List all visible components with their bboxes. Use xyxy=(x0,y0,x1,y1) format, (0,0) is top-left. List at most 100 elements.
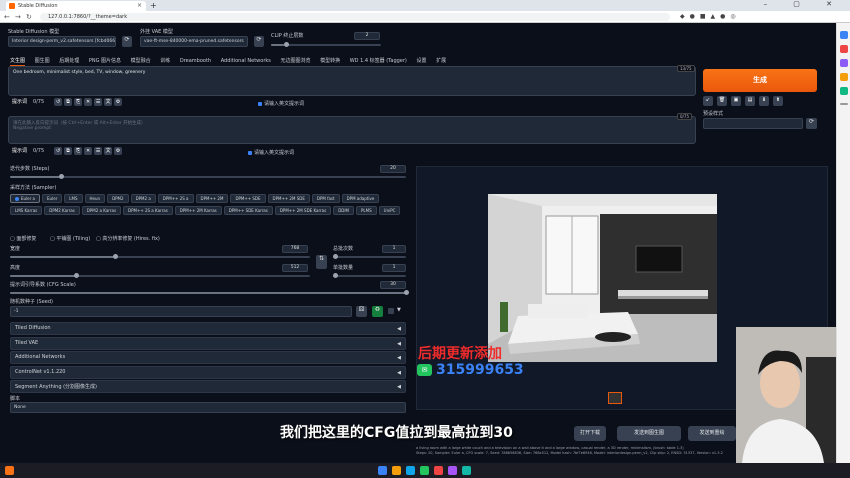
start-icon[interactable] xyxy=(378,466,387,475)
app-icon[interactable] xyxy=(434,466,443,475)
neg-paste-icon[interactable]: ⎘ xyxy=(74,147,83,155)
accordion-segment-anything[interactable]: Segment Anything (分割图像生成) ◀ xyxy=(10,380,406,393)
restore-faces-checkbox[interactable]: ▢ 面部修复 xyxy=(10,235,36,242)
tab-settings[interactable]: 设置 xyxy=(416,58,426,64)
tab-additional-networks[interactable]: Additional Networks xyxy=(221,58,271,64)
copy-icon[interactable]: ⧉ xyxy=(64,98,73,106)
read-params-icon[interactable]: ↙ xyxy=(703,96,713,106)
seed-input[interactable]: -1 xyxy=(10,306,352,317)
history-icon[interactable]: ☰ xyxy=(94,98,103,106)
extra-networks-icon[interactable]: ▣ xyxy=(731,96,741,106)
games-icon[interactable] xyxy=(840,59,848,67)
batch-size-value[interactable]: 1 xyxy=(382,264,406,272)
hires-checkbox[interactable]: ▢ 高分辨率修复 (Hires. fix) xyxy=(96,235,160,242)
tab-tagger[interactable]: WD 1.4 标签器 (Tagger) xyxy=(350,58,407,64)
random-seed-icon[interactable]: ⚄ xyxy=(356,306,367,317)
sampler-option[interactable]: DPM++ 2S a Karras xyxy=(123,206,173,215)
sampler-option[interactable]: DDIM xyxy=(333,206,355,215)
thumbnail[interactable] xyxy=(608,392,622,404)
tab-image-browser[interactable]: 无边图图浏览 xyxy=(280,58,310,64)
sampler-option[interactable]: UniPC xyxy=(378,206,401,215)
cfg-value[interactable]: 30 xyxy=(380,281,406,289)
generate-button[interactable]: 生成 xyxy=(703,69,817,92)
tools-icon[interactable] xyxy=(840,45,848,53)
vae-select[interactable]: vae-ft-mse-840000-ema-pruned.safetensors xyxy=(140,36,248,47)
batch-count-slider[interactable] xyxy=(333,254,406,259)
clear-icon[interactable]: ✕ xyxy=(84,98,93,106)
steps-value[interactable]: 20 xyxy=(380,165,406,173)
forward-icon[interactable]: → xyxy=(15,13,21,21)
neg-history-icon[interactable]: ☰ xyxy=(94,147,103,155)
accordion-controlnet[interactable]: ControlNet v1.1.220 ◀ xyxy=(10,366,406,379)
outlook-icon[interactable] xyxy=(840,87,848,95)
sampler-option[interactable]: DPM adaptive xyxy=(341,194,380,203)
search-icon[interactable] xyxy=(840,31,848,39)
tab-extensions[interactable]: 扩展 xyxy=(436,58,446,64)
undo-icon[interactable]: ↺ xyxy=(54,98,63,106)
ckpt-select[interactable]: Interior design-perm_v2.safetensors [fcb… xyxy=(8,36,116,47)
sampler-option[interactable]: PLMS xyxy=(356,206,377,215)
accordion-additional-networks[interactable]: Additional Networks ◀ xyxy=(10,351,406,364)
sampler-option[interactable]: DPM++ SDE xyxy=(230,194,266,203)
trash-icon[interactable]: 🗑 xyxy=(717,96,727,106)
extra-seed-toggle-icon[interactable]: ▼ xyxy=(397,307,401,313)
style-select[interactable] xyxy=(703,118,803,129)
back-icon[interactable]: ← xyxy=(4,13,10,21)
width-value[interactable]: 768 xyxy=(282,245,308,253)
neg-settings-icon[interactable]: ⚙ xyxy=(114,147,123,155)
translate-icon[interactable]: 文 xyxy=(104,98,113,106)
weather-icon[interactable] xyxy=(5,466,14,475)
sampler-option[interactable]: DPM++ 2S a xyxy=(157,194,194,203)
prompt-input[interactable]: One bedroom, minimalist style, bed, TV, … xyxy=(8,66,696,96)
tab-png-info[interactable]: PNG 图片信息 xyxy=(89,58,121,64)
sampler-option[interactable]: DPM2 xyxy=(107,194,129,203)
accordion-tiled-vae[interactable]: Tiled VAE ◀ xyxy=(10,337,406,350)
close-tab-icon[interactable]: × xyxy=(137,2,142,9)
window-controls[interactable]: – ▢ ✕ xyxy=(764,0,844,8)
sampler-option[interactable]: DPM++ 2M Karras xyxy=(174,206,222,215)
save-style-icon[interactable]: ⬇ xyxy=(759,96,769,106)
neg-translate-icon[interactable]: 文 xyxy=(104,147,113,155)
settings-icon[interactable]: ⚙ xyxy=(114,98,123,106)
script-select[interactable]: None xyxy=(10,402,406,413)
clip-value[interactable]: 2 xyxy=(354,32,380,40)
tab-img2img[interactable]: 图生图 xyxy=(35,58,50,64)
tab-extras[interactable]: 后期处理 xyxy=(59,58,79,64)
browser-tab[interactable]: Stable Diffusion × xyxy=(6,1,146,11)
refresh-vae-icon[interactable]: ⟳ xyxy=(254,36,264,47)
sampler-option[interactable]: LMS xyxy=(64,194,83,203)
sampler-option[interactable]: LMS Karras xyxy=(10,206,43,215)
send-to-inpaint-button[interactable]: 发送到重绘 xyxy=(688,426,736,441)
app-icon[interactable] xyxy=(448,466,457,475)
cfg-slider[interactable] xyxy=(10,290,409,295)
steps-slider[interactable] xyxy=(10,174,406,179)
chrome-icon[interactable] xyxy=(420,466,429,475)
wechat-taskbar-icon[interactable] xyxy=(462,466,471,475)
paste-icon[interactable]: ⎘ xyxy=(74,98,83,106)
tab-dreambooth[interactable]: Dreambooth xyxy=(180,58,211,64)
extra-seed-checkbox[interactable] xyxy=(388,308,394,314)
sampler-option[interactable]: DPM2 a Karras xyxy=(81,206,122,215)
neg-undo-icon[interactable]: ↺ xyxy=(54,147,63,155)
new-tab-button[interactable]: + xyxy=(150,1,157,10)
neg-clear-icon[interactable]: ✕ xyxy=(84,147,93,155)
neg-english-checkbox[interactable]: 请输入英文提示词 xyxy=(248,149,294,156)
url-field[interactable]: 127.0.0.1:7860/?__theme=dark xyxy=(40,13,670,21)
edge-icon[interactable] xyxy=(406,466,415,475)
clipboard-icon[interactable]: ▤ xyxy=(745,96,755,106)
sampler-option[interactable]: DPM++ 2M xyxy=(195,194,229,203)
office-icon[interactable] xyxy=(840,73,848,81)
apply-style-icon[interactable]: ⬆ xyxy=(773,96,783,106)
width-slider[interactable] xyxy=(10,254,310,259)
generated-image[interactable] xyxy=(488,194,717,362)
extension-icons[interactable]: ◆●■▲●◎ xyxy=(680,13,741,20)
sampler-option[interactable]: DPM2 Karras xyxy=(44,206,80,215)
tiling-checkbox[interactable]: ▢ 平铺图 (Tiling) xyxy=(50,235,90,242)
refresh-style-icon[interactable]: ⟳ xyxy=(806,118,817,129)
clip-slider[interactable] xyxy=(271,42,381,47)
tab-merge[interactable]: 模型融合 xyxy=(131,58,151,64)
english-checkbox[interactable]: 请输入英文提示词 xyxy=(258,100,304,107)
height-value[interactable]: 512 xyxy=(282,264,308,272)
tab-model-convert[interactable]: 模型转换 xyxy=(320,58,340,64)
reuse-seed-icon[interactable]: ♻ xyxy=(372,306,383,317)
